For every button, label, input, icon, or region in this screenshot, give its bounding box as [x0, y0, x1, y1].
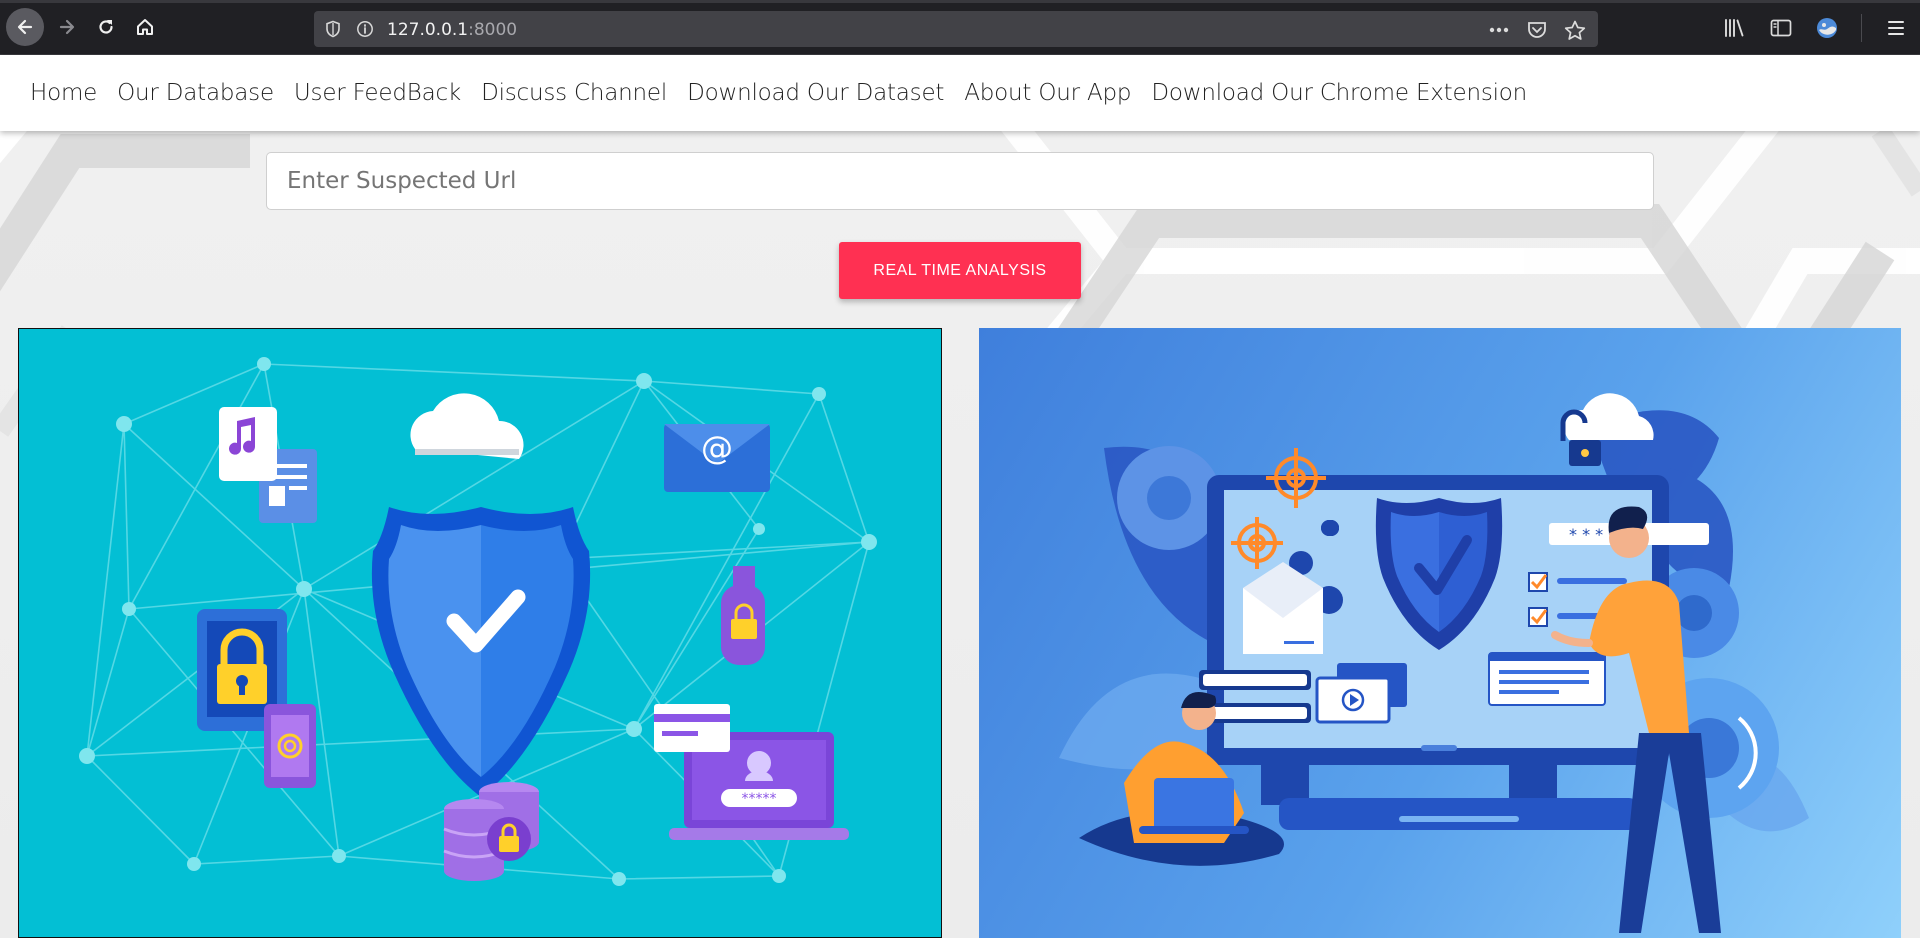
nav-item-about-app: About Our App	[964, 80, 1131, 106]
url-port: :8000	[468, 20, 518, 40]
url-text[interactable]: 127.0.0.1:8000	[387, 20, 517, 40]
database-lock-icon	[443, 782, 539, 881]
toolbar-separator	[1861, 14, 1862, 42]
cybersecurity-illustration-left: @ *****	[18, 328, 942, 938]
cloud-icon	[410, 393, 524, 459]
usb-drive-icon	[721, 566, 765, 665]
site-navbar: Home Our Database User FeedBack Discuss …	[0, 55, 1920, 131]
account-avatar-icon[interactable]	[1815, 16, 1839, 40]
tracking-shield-icon[interactable]	[324, 20, 342, 38]
suspected-url-input[interactable]	[266, 152, 1654, 210]
security-monitor-illustration: * * * *	[1059, 393, 1809, 933]
nav-item-download-dataset: Download Our Dataset	[687, 80, 944, 106]
address-bar[interactable]: 127.0.0.1:8000	[314, 11, 1598, 47]
cybersecurity-illustration-right: * * * *	[979, 328, 1901, 938]
browser-toolbar: 127.0.0.1:8000	[0, 0, 1920, 55]
gear-icon	[1117, 446, 1221, 550]
arrow-left-icon	[17, 19, 33, 35]
nav-item-our-database: Our Database	[117, 80, 274, 106]
home-icon	[137, 19, 153, 35]
browser-window-icon	[1488, 652, 1606, 706]
fingerprint-phone-icon	[264, 704, 316, 788]
music-file-icon	[219, 407, 317, 523]
password-mask-text: *****	[742, 791, 777, 807]
forward-button[interactable]	[48, 8, 86, 46]
nav-link-chrome-extension[interactable]: Download Our Chrome Extension	[1151, 80, 1527, 106]
nav-link-user-feedback[interactable]: User FeedBack	[294, 80, 461, 106]
nav-menu: Home Our Database User FeedBack Discuss …	[0, 80, 1547, 106]
arrow-right-icon	[59, 19, 75, 35]
pocket-icon[interactable]	[1526, 19, 1548, 41]
nav-item-discuss-channel: Discuss Channel	[481, 80, 667, 106]
nav-link-home[interactable]: Home	[30, 80, 97, 106]
skull-icon	[1322, 520, 1338, 536]
cloud-icon	[1564, 393, 1654, 440]
bookmark-star-icon[interactable]	[1564, 19, 1586, 41]
nav-item-home: Home	[30, 80, 97, 106]
svg-text:@: @	[701, 429, 733, 467]
real-time-analysis-button[interactable]: REAL TIME ANALYSIS	[839, 242, 1081, 299]
url-host: 127.0.0.1	[387, 20, 469, 40]
page-actions-icon[interactable]	[1488, 19, 1510, 41]
reload-button[interactable]	[87, 8, 125, 46]
nav-link-our-database[interactable]: Our Database	[117, 80, 274, 106]
nav-link-discuss-channel[interactable]: Discuss Channel	[481, 80, 667, 106]
site-info-icon[interactable]	[356, 20, 374, 38]
home-button[interactable]	[126, 8, 164, 46]
nav-item-chrome-extension: Download Our Chrome Extension	[1151, 80, 1527, 106]
email-envelope-icon: @	[664, 424, 770, 492]
nav-item-user-feedback: User FeedBack	[294, 80, 461, 106]
menu-icon[interactable]	[1884, 16, 1908, 40]
tab-strip	[0, 0, 1920, 3]
reload-icon	[99, 20, 113, 34]
library-icon[interactable]	[1723, 16, 1747, 40]
nav-link-download-dataset[interactable]: Download Our Dataset	[687, 80, 944, 106]
sidebar-icon[interactable]	[1769, 16, 1793, 40]
back-button[interactable]	[6, 8, 44, 46]
network-security-illustration: @ *****	[79, 357, 877, 886]
nav-link-about-app[interactable]: About Our App	[964, 80, 1131, 106]
shield-check-icon	[371, 507, 591, 797]
